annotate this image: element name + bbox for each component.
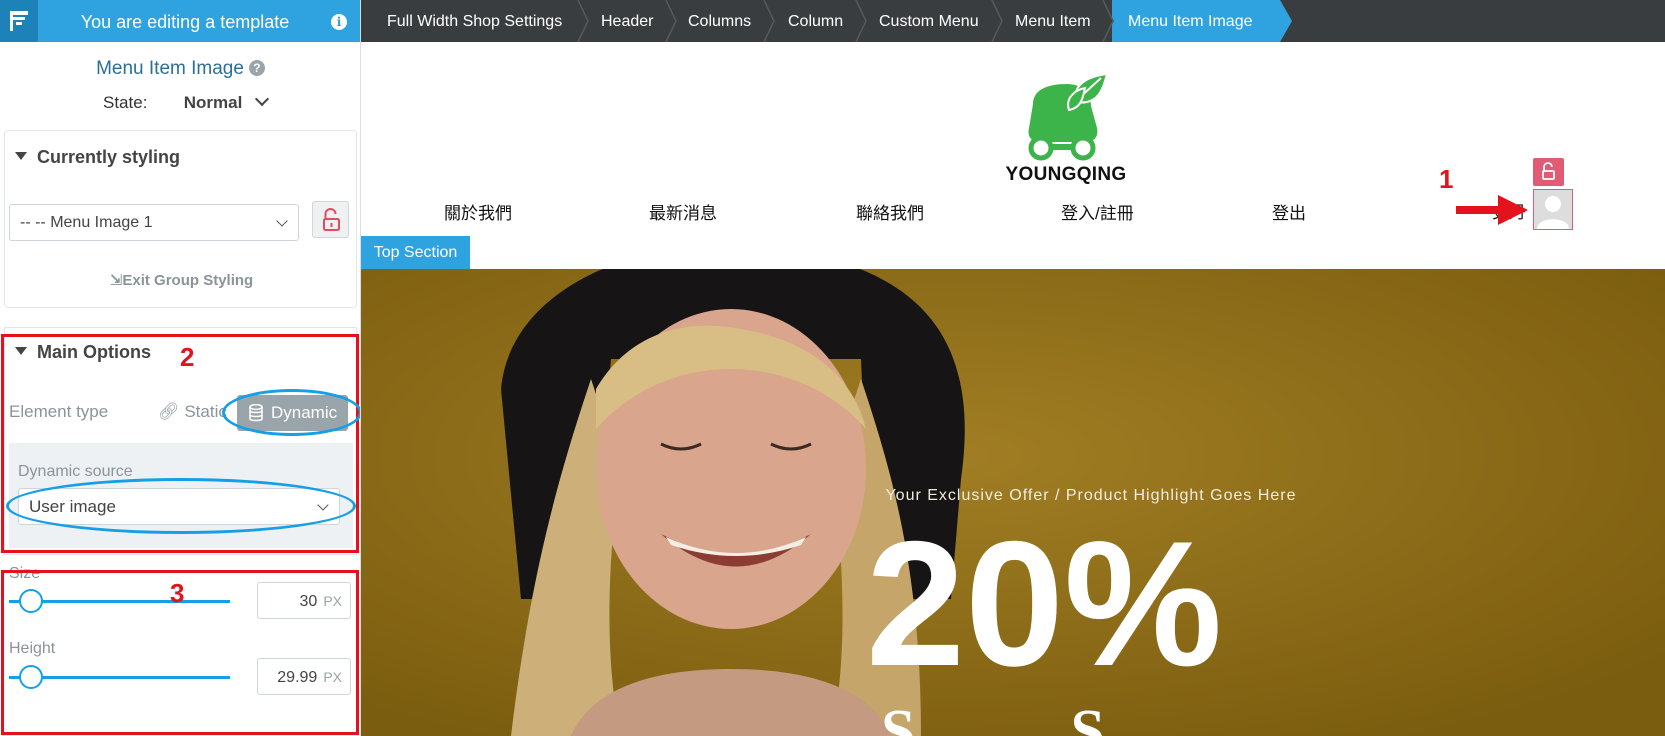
height-label: Height [9,640,56,657]
breadcrumb-separator [991,0,1003,42]
user-avatar[interactable] [1533,189,1573,230]
exit-group-label: Exit Group Styling [122,272,254,289]
element-type-static-option[interactable]: 🔗︎ Static [158,402,227,422]
state-label: State: [103,93,148,112]
breadcrumb-item-header[interactable]: Header [601,0,653,42]
breadcrumb-item-menu-item[interactable]: Menu Item [1015,0,1091,42]
height-slider[interactable] [9,665,230,689]
breadcrumb-item-shop-settings[interactable]: Full Width Shop Settings [387,0,562,42]
size-label: Size [9,565,41,582]
state-selector[interactable]: State: Normal [103,91,270,113]
exit-group-styling-link[interactable]: ⇲Exit Group Styling [5,271,358,289]
unlock-icon [1542,162,1555,180]
size-value: 30 [299,593,318,610]
breadcrumb-separator [577,0,589,42]
element-type-dynamic-option[interactable]: Dynamic [237,395,348,431]
collapse-triangle-icon[interactable] [15,152,27,160]
state-value[interactable]: Normal [184,93,243,112]
size-input[interactable]: 30 PX [257,582,351,619]
size-slider[interactable] [9,589,230,613]
unlock-styling-button[interactable] [312,201,349,238]
editor-panel: You are editing a template i Menu Item I… [0,0,361,736]
help-icon[interactable]: ? [248,60,265,76]
hero-tagline: Your Exclusive Offer / Product Highlight… [885,487,1297,504]
static-label: Static [184,402,227,421]
user-silhouette-icon [1537,196,1569,229]
dynamic-source-select[interactable]: User image [18,488,340,525]
dynamic-source-label: Dynamic source [18,463,133,480]
size-unit: PX [323,593,342,609]
builder-logo-icon[interactable] [0,0,38,42]
breadcrumb-item-column[interactable]: Column [788,0,843,42]
panel-title-text: Menu Item Image [96,58,244,79]
main-options-header[interactable]: Main Options [15,342,151,363]
hero-subtitle-partial: S S [881,698,1105,736]
site-preview: YOUNGQING 關於我們 最新消息 聯絡我們 登入/註冊 登出 史丹 1 T… [361,42,1665,736]
breadcrumb-separator [763,0,775,42]
breadcrumb-separator [665,0,677,42]
nav-about[interactable]: 關於我們 [444,199,512,224]
breadcrumb-separator [1280,0,1292,42]
unlock-icon [323,208,340,231]
currently-styling-section: Currently styling -- -- Menu Image 1 ⇲Ex… [4,130,357,308]
exit-icon: ⇲ [109,272,123,289]
chevron-down-icon [317,499,329,511]
breadcrumb-item-menu-item-image[interactable]: Menu Item Image [1128,0,1253,42]
nav-login-register[interactable]: 登入/註冊 [1061,199,1134,224]
panel-title: Menu Item Image? [0,58,360,80]
top-section-tag[interactable]: Top Section [361,236,470,269]
styling-target-select[interactable]: -- -- Menu Image 1 [9,204,299,241]
chevron-down-icon[interactable] [254,91,270,107]
height-input[interactable]: 29.99 PX [257,658,351,695]
annotation-label-3: 3 [170,578,185,608]
annotation-label-1: 1 [1439,164,1454,194]
styling-target-value: -- -- Menu Image 1 [20,214,153,231]
info-icon[interactable]: i [331,14,347,30]
link-icon: 🔗︎ [158,402,180,421]
annotation-label-2: 2 [180,342,195,372]
editing-banner-text: You are editing a template [80,12,290,32]
breadcrumb-separator [1102,0,1114,42]
height-value: 29.99 [277,669,318,686]
currently-styling-header[interactable]: Currently styling [15,147,180,168]
main-options-title: Main Options [37,342,151,362]
hero-banner: Your Exclusive Offer / Product Highlight… [361,269,1665,736]
database-icon [249,404,263,422]
nav-news[interactable]: 最新消息 [649,199,717,224]
brand-logo-text[interactable]: YOUNGQING [961,164,1171,186]
breadcrumb-item-columns[interactable]: Columns [688,0,751,42]
element-lock-badge[interactable] [1533,158,1564,186]
currently-styling-title: Currently styling [37,147,181,167]
collapse-triangle-icon[interactable] [15,347,27,355]
breadcrumb-separator [855,0,867,42]
height-unit: PX [323,669,342,685]
dynamic-label: Dynamic [271,403,338,422]
nav-logout[interactable]: 登出 [1272,199,1306,224]
annotation-arrow [1456,195,1528,225]
size-slider-handle[interactable] [19,589,43,613]
breadcrumb: Full Width Shop Settings Header Columns … [361,0,1665,42]
dynamic-source-value: User image [29,497,116,516]
hero-discount: 20% [866,504,1223,703]
nav-contact[interactable]: 聯絡我們 [856,199,924,224]
height-slider-handle[interactable] [19,665,43,689]
element-type-label: Element type [9,402,109,421]
editing-template-banner: You are editing a template i [0,0,360,42]
breadcrumb-item-custom-menu[interactable]: Custom Menu [879,0,979,42]
chevron-down-icon [276,215,288,227]
